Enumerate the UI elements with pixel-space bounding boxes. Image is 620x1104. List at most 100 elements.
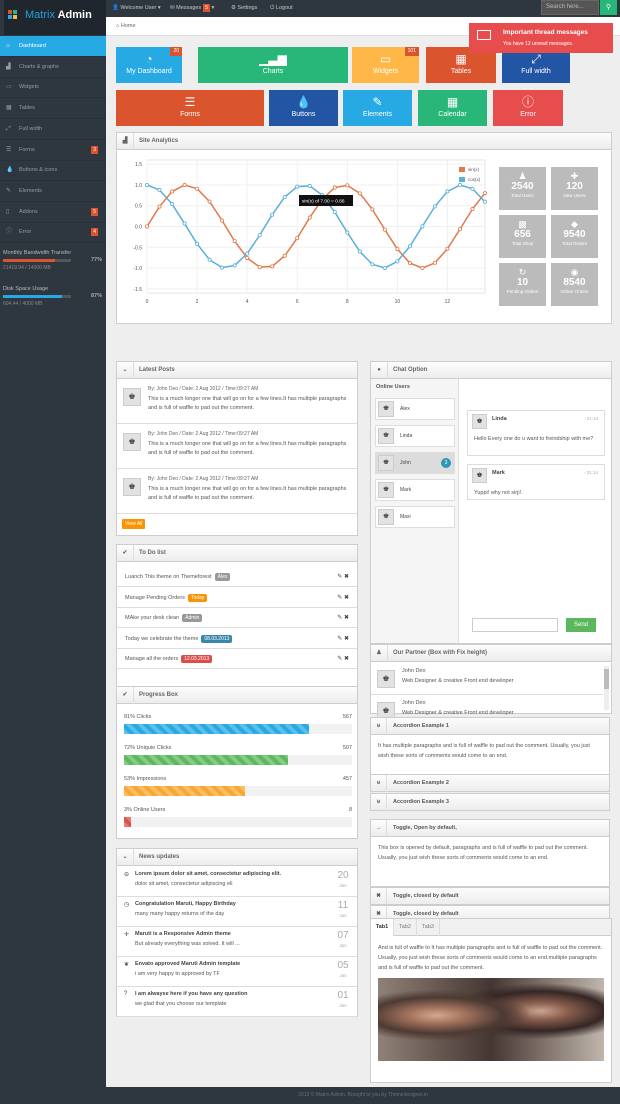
chat-user-linda[interactable]: ♚ Linda xyxy=(375,425,455,447)
welcome-user-menu[interactable]: 👤 Welcome User ▾ xyxy=(112,2,161,15)
data-point[interactable] xyxy=(295,184,300,189)
logout-link[interactable]: ⏻ Logout xyxy=(270,2,293,15)
stat-box[interactable]: ▩ 656 Total Shop xyxy=(499,215,546,258)
data-point[interactable] xyxy=(257,233,262,238)
data-point[interactable] xyxy=(357,191,362,196)
brand-logo[interactable]: Matrix Admin xyxy=(4,0,106,35)
news-item[interactable]: ? I am alwayse here if you have any quest… xyxy=(117,987,357,1017)
send-button[interactable]: Send xyxy=(566,618,596,632)
chat-user-john[interactable]: ♚ John 3 xyxy=(375,452,455,474)
data-point[interactable] xyxy=(345,230,350,235)
search-input[interactable]: Search here... xyxy=(541,0,599,15)
quick-calendar-button[interactable]: ▦ Calendar xyxy=(418,90,487,126)
edit-icon[interactable]: ✎ xyxy=(337,574,344,580)
data-point[interactable] xyxy=(370,262,375,267)
sidebar-item-charts-graphs[interactable]: ▟ Charts & graphs xyxy=(0,57,106,78)
data-point[interactable] xyxy=(470,207,475,212)
data-point[interactable] xyxy=(332,185,337,190)
tab-tab1[interactable]: Tab1 xyxy=(371,919,394,936)
accordion-header-3[interactable]: ⊍ Accordion Example 3 xyxy=(370,793,610,811)
sidebar-item-widgets[interactable]: ▭ Widgets xyxy=(0,77,106,99)
data-point[interactable] xyxy=(482,191,487,196)
data-point[interactable] xyxy=(270,212,275,217)
toggle-header-1[interactable]: → Toggle, Open by default, xyxy=(370,819,610,837)
data-point[interactable] xyxy=(307,183,312,188)
view-all-button[interactable]: View All xyxy=(122,519,146,529)
edit-icon[interactable]: ✎ xyxy=(337,656,344,662)
settings-link[interactable]: ⚙ Settings xyxy=(231,2,257,15)
data-point[interactable] xyxy=(257,265,262,270)
data-point[interactable] xyxy=(232,239,237,244)
data-point[interactable] xyxy=(195,186,200,191)
chat-input[interactable] xyxy=(472,618,558,632)
stat-box[interactable]: ♟ 2540 Total Users xyxy=(499,167,546,210)
chat-user-maxi[interactable]: ♚ Maxi xyxy=(375,506,455,528)
quick-error-button[interactable]: ⓘ Error xyxy=(493,90,563,126)
quick-my-dashboard-button[interactable]: ◔ My Dashboard 20 xyxy=(116,47,182,83)
data-point[interactable] xyxy=(395,247,400,252)
news-item[interactable]: ❦ Envato approved Maruti Admin template i … xyxy=(117,957,357,987)
data-point[interactable] xyxy=(345,183,350,188)
data-point[interactable] xyxy=(332,210,337,215)
close-icon[interactable]: ✖ xyxy=(344,636,349,642)
messages-menu[interactable]: ✉ Messages 5 ▾ xyxy=(170,2,214,15)
quick-widgets-button[interactable]: ▭ Widgets 101 xyxy=(352,47,419,83)
chat-user-mark[interactable]: ♚ Mark xyxy=(375,479,455,501)
search-button[interactable]: ⚲ xyxy=(600,0,617,15)
data-point[interactable] xyxy=(220,265,225,270)
tab-tab3[interactable]: Tab3 xyxy=(417,919,440,936)
data-point[interactable] xyxy=(232,263,237,268)
data-point[interactable] xyxy=(445,246,450,251)
news-item[interactable]: ✛ Maruti is a Responsive Admin theme But a… xyxy=(117,927,357,957)
sidebar-item-forms[interactable]: ☰ Forms 3 xyxy=(0,140,106,161)
data-point[interactable] xyxy=(395,259,400,264)
accordion-header-1[interactable]: ⊍ Accordion Example 1 xyxy=(370,717,610,735)
data-point[interactable] xyxy=(182,183,187,188)
data-point[interactable] xyxy=(282,253,287,258)
news-item[interactable]: ⊖ Lorem ipsum dolor sit amet, consectetur… xyxy=(117,867,357,897)
data-point[interactable] xyxy=(157,188,162,193)
notification-popup[interactable]: Important thread messages You have 12 un… xyxy=(469,23,613,53)
data-point[interactable] xyxy=(357,249,362,254)
data-point[interactable] xyxy=(157,204,162,209)
quick-buttons-button[interactable]: 💧 Buttons xyxy=(269,90,338,126)
data-point[interactable] xyxy=(432,260,437,265)
data-point[interactable] xyxy=(457,227,462,232)
data-point[interactable] xyxy=(420,266,425,271)
data-point[interactable] xyxy=(170,189,175,194)
data-point[interactable] xyxy=(207,199,212,204)
edit-icon[interactable]: ✎ xyxy=(337,595,344,601)
data-point[interactable] xyxy=(382,265,387,270)
toggle-header-2[interactable]: ✖ Toggle, closed by default xyxy=(370,887,610,905)
close-icon[interactable]: ✖ xyxy=(344,615,349,621)
data-point[interactable] xyxy=(407,244,412,249)
sidebar-item-error[interactable]: ⓘ Error 4 xyxy=(0,222,106,244)
data-point[interactable] xyxy=(370,207,375,212)
edit-icon[interactable]: ✎ xyxy=(337,636,344,642)
data-point[interactable] xyxy=(470,186,475,191)
scrollbar[interactable] xyxy=(604,666,609,710)
data-point[interactable] xyxy=(282,195,287,200)
sidebar-item-dashboard[interactable]: ⌂ Dashboard xyxy=(0,36,106,57)
data-point[interactable] xyxy=(445,189,450,194)
data-point[interactable] xyxy=(207,257,212,262)
data-point[interactable] xyxy=(144,182,149,187)
chat-user-alex[interactable]: ♚ Alex xyxy=(375,398,455,420)
data-point[interactable] xyxy=(270,264,275,269)
data-point[interactable] xyxy=(482,199,487,204)
data-point[interactable] xyxy=(382,227,387,232)
news-item[interactable]: ◷ Congratulation Maruti, Happy Birthday ma… xyxy=(117,897,357,927)
data-point[interactable] xyxy=(144,224,149,229)
tab-tab2[interactable]: Tab2 xyxy=(394,919,417,936)
data-point[interactable] xyxy=(170,202,175,207)
data-point[interactable] xyxy=(432,204,437,209)
edit-icon[interactable]: ✎ xyxy=(337,615,344,621)
breadcrumb-home[interactable]: Home xyxy=(121,23,136,29)
data-point[interactable] xyxy=(295,236,300,241)
data-point[interactable] xyxy=(182,221,187,226)
stat-box[interactable]: ✚ 120 New Users xyxy=(551,167,598,210)
data-point[interactable] xyxy=(195,241,200,246)
sidebar-item-tables[interactable]: ▦ Tables xyxy=(0,98,106,120)
sidebar-item-buttons-icons[interactable]: 💧 Buttons & icons xyxy=(0,160,106,182)
close-icon[interactable]: ✖ xyxy=(344,656,349,662)
